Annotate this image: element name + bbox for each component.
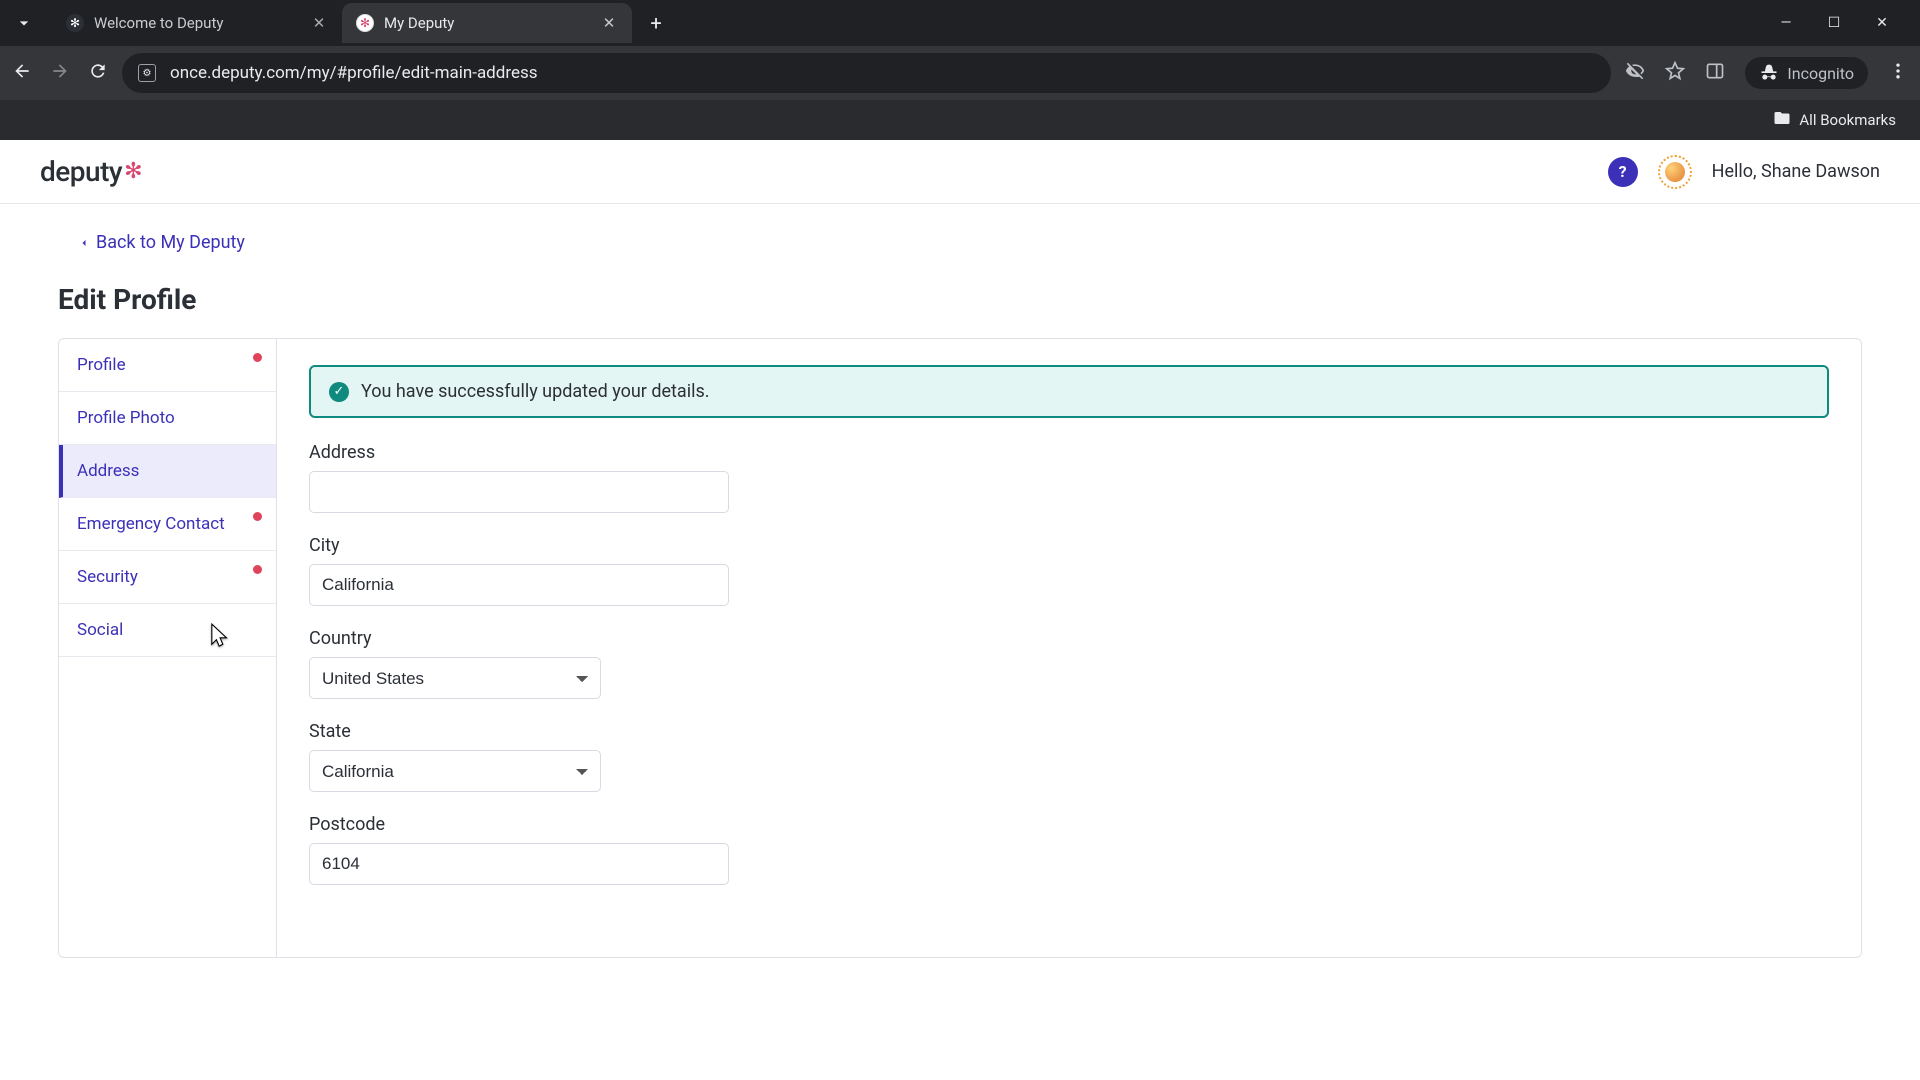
incognito-label: Incognito [1787,64,1854,83]
address-label: Address [309,442,1829,463]
address-input[interactable] [309,471,729,513]
check-circle-icon: ✓ [329,382,349,402]
success-message: You have successfully updated your detai… [361,381,710,402]
close-icon[interactable]: ✕ [600,14,618,32]
sidebar-item-label: Profile Photo [77,408,175,428]
avatar[interactable] [1658,155,1692,189]
tab-search-dropdown[interactable] [8,7,40,39]
incognito-chip[interactable]: Incognito [1745,57,1868,89]
tab-title: Welcome to Deputy [94,14,223,32]
sidebar-item-emergency-contact[interactable]: Emergency Contact [59,498,276,551]
close-icon[interactable]: ✕ [310,14,328,32]
country-select[interactable]: United States [309,657,601,699]
tab-title: My Deputy [384,14,454,32]
site-settings-icon[interactable]: ⚙ [138,64,156,82]
forward-icon [50,61,70,85]
browser-tab-active[interactable]: ✻ My Deputy ✕ [342,3,632,43]
sidebar-item-security[interactable]: Security [59,551,276,604]
sidebar-item-profile-photo[interactable]: Profile Photo [59,392,276,445]
chevron-left-icon [78,237,90,249]
sidebar-item-label: Address [77,461,139,481]
tab-strip: ✻ Welcome to Deputy ✕ ✻ My Deputy ✕ + — … [0,0,1920,46]
state-label: State [309,721,1829,742]
favicon-deputy-icon: ✻ [66,14,84,32]
country-label: Country [309,628,1829,649]
bookmark-star-icon[interactable] [1665,61,1685,85]
minimize-icon[interactable]: — [1776,15,1796,31]
sidebar-item-label: Profile [77,355,126,375]
postcode-input[interactable] [309,843,729,885]
sidebar-item-label: Social [77,620,123,640]
url-input[interactable]: ⚙ once.deputy.com/my/#profile/edit-main-… [122,53,1611,93]
side-panel-icon[interactable] [1705,61,1725,85]
sidebar-item-social[interactable]: Social [59,604,276,657]
success-banner: ✓ You have successfully updated your det… [309,365,1829,418]
city-label: City [309,535,1829,556]
back-to-deputy-link[interactable]: Back to My Deputy [78,232,245,253]
new-tab-button[interactable]: + [640,7,672,39]
maximize-icon[interactable]: ☐ [1824,15,1844,31]
kebab-menu-icon[interactable] [1888,61,1908,85]
greeting-text: Hello, Shane Dawson [1712,161,1880,182]
state-select[interactable]: California [309,750,601,792]
sidebar-item-label: Security [77,567,138,587]
address-bar: ⚙ once.deputy.com/my/#profile/edit-main-… [0,46,1920,100]
incognito-icon [1759,63,1779,83]
logo-text: deputy [40,155,122,188]
sidebar-item-label: Emergency Contact [77,514,225,534]
page-title: Edit Profile [58,283,1862,316]
help-button[interactable]: ? [1608,157,1638,187]
sidebar-item-profile[interactable]: Profile [59,339,276,392]
all-bookmarks-link[interactable]: All Bookmarks [1799,111,1896,129]
alert-dot-icon [253,512,262,521]
reload-icon[interactable] [88,61,108,85]
browser-tab-inactive[interactable]: ✻ Welcome to Deputy ✕ [52,3,342,43]
eye-off-icon[interactable] [1625,61,1645,85]
close-window-icon[interactable]: ✕ [1872,15,1892,31]
alert-dot-icon [253,353,262,362]
logo-spark-icon: ✻ [124,159,142,184]
side-tabs: Profile Profile Photo Address Emergency … [59,339,277,957]
deputy-logo[interactable]: deputy✻ [40,155,142,188]
app-header: deputy✻ ? Hello, Shane Dawson [0,140,1920,204]
city-input[interactable] [309,564,729,606]
profile-panel: Profile Profile Photo Address Emergency … [58,338,1862,958]
window-controls: — ☐ ✕ [1776,15,1912,31]
favicon-deputy-icon: ✻ [356,14,374,32]
sidebar-item-address[interactable]: Address [59,445,276,498]
back-icon[interactable] [12,61,32,85]
url-text: once.deputy.com/my/#profile/edit-main-ad… [170,63,538,83]
postcode-label: Postcode [309,814,1829,835]
folder-icon [1773,109,1791,131]
back-link-label: Back to My Deputy [96,232,245,253]
form-area: ✓ You have successfully updated your det… [277,339,1861,957]
bookmarks-bar: All Bookmarks [0,100,1920,140]
alert-dot-icon [253,565,262,574]
